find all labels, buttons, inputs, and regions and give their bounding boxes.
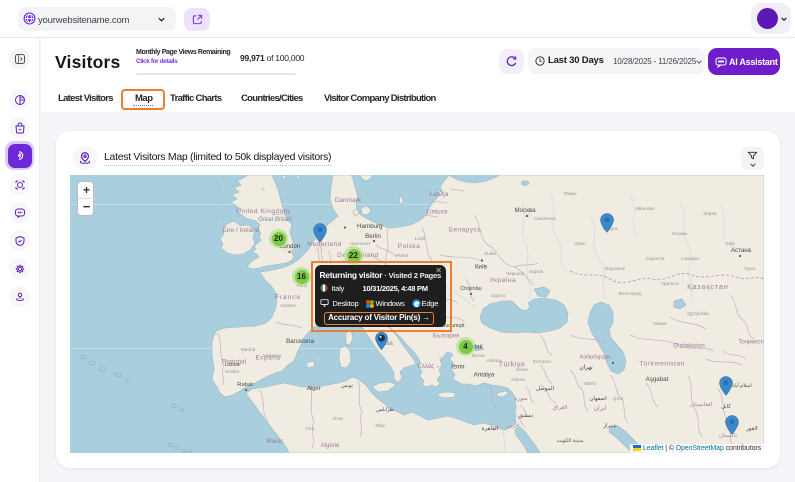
svg-text:Maroc: Maroc <box>267 439 284 445</box>
svg-text:Sivas: Sivas <box>516 367 528 373</box>
svg-text:Great Britain: Great Britain <box>258 217 292 223</box>
svg-text:Ankara: Ankara <box>486 358 502 364</box>
svg-text:Barcelona: Barcelona <box>286 338 314 345</box>
svg-text:България: България <box>433 334 460 340</box>
svg-text:سوريا: سوريا <box>514 395 528 402</box>
svg-text:دمشق: دمشق <box>519 413 534 419</box>
svg-text:Lietuva: Lietuva <box>427 209 448 216</box>
svg-text:Черкаси: Черкаси <box>506 271 525 277</box>
svg-text:Qom: Qom <box>613 396 623 402</box>
svg-text:Одеса: Одеса <box>491 293 505 299</box>
svg-text:Berlin: Berlin <box>365 233 381 240</box>
svg-text:Izmir: Izmir <box>451 364 464 371</box>
svg-text:Erzurum: Erzurum <box>533 359 551 365</box>
svg-text:Тоҷикистон: Тоҷикистон <box>738 340 764 346</box>
svg-text:Nantes: Nantes <box>280 303 296 309</box>
svg-text:Latvija: Latvija <box>430 191 449 198</box>
svg-text:Sfax: Sfax <box>375 423 385 429</box>
svg-text:Antalya: Antalya <box>474 372 495 379</box>
svg-text:اصفهان: اصفهان <box>589 395 607 402</box>
svg-text:Nukus: Nukus <box>653 321 667 327</box>
svg-text:Смоленск: Смоленск <box>534 216 557 222</box>
svg-text:Иваново: Иваново <box>635 206 654 212</box>
svg-text:Тверь: Тверь <box>563 191 577 197</box>
svg-text:United Kingdom: United Kingdom <box>236 208 289 215</box>
svg-text:Alger: Alger <box>307 386 321 392</box>
svg-text:France: France <box>275 294 301 301</box>
svg-text:الاردن: الاردن <box>507 424 520 430</box>
svg-text:Praha: Praha <box>396 253 409 259</box>
svg-text:АзӘрбајҵан: АзӘрбајҵан <box>580 355 611 361</box>
svg-text:Eire / Ireland: Eire / Ireland <box>223 227 260 234</box>
svg-text:Орск: Орск <box>745 266 757 272</box>
svg-text:ايران: ايران <box>594 405 607 412</box>
svg-text:Rabat: Rabat <box>237 382 253 388</box>
svg-text:Chişinău: Chişinău <box>460 286 481 292</box>
svg-text:Харків: Харків <box>529 269 544 275</box>
svg-text:Sevilla: Sevilla <box>225 369 239 375</box>
svg-text:Adana: Adana <box>511 377 525 383</box>
svg-text:Казань: Казань <box>672 231 688 237</box>
svg-text:Algérie: Algérie <box>321 443 340 449</box>
svg-text:Самара: Самара <box>681 256 699 262</box>
svg-text:تهران: تهران <box>579 364 593 371</box>
svg-text:Aşgabat: Aşgabat <box>646 376 669 383</box>
svg-text:لاهور: لاهور <box>745 425 758 432</box>
svg-text:Львів: Львів <box>484 251 496 257</box>
svg-text:الموصل: الموصل <box>536 385 555 392</box>
svg-text:Oʼzbekiston: Oʼzbekiston <box>673 344 704 350</box>
svg-text:Madrid: Madrid <box>241 347 256 353</box>
svg-text:Ελλάς: Ελλάς <box>418 363 434 370</box>
svg-text:Саратов: Саратов <box>646 256 665 262</box>
svg-text:Danmark: Danmark <box>335 197 362 204</box>
svg-text:Київ: Київ <box>475 264 488 271</box>
svg-text:Қазақстан: Қазақстан <box>687 284 728 291</box>
svg-text:Łódź: Łódź <box>415 236 426 242</box>
svg-text:Fes: Fes <box>306 426 315 432</box>
svg-text:Орел: Орел <box>574 241 586 247</box>
svg-text:Москва: Москва <box>514 207 536 214</box>
svg-text:Україна: Україна <box>490 277 516 284</box>
svg-text:Киров: Киров <box>703 211 717 217</box>
svg-text:افغانستان: افغانستان <box>690 401 713 408</box>
svg-text:شيراز: شيراز <box>602 422 617 429</box>
svg-text:كابل: كابل <box>721 403 731 410</box>
svg-text:Воронеж: Воронеж <box>605 266 625 272</box>
svg-text:Астана: Астана <box>731 247 752 254</box>
svg-text:Bursa: Bursa <box>472 353 485 359</box>
svg-text:Oran: Oran <box>333 416 344 422</box>
svg-text:Tabriz: Tabriz <box>584 381 597 387</box>
svg-text:Valencia: Valencia <box>263 353 281 359</box>
svg-text:مدينة الكويت: مدينة الكويت <box>557 438 584 444</box>
svg-text:Hamburg: Hamburg <box>357 223 383 230</box>
svg-text:Türkmenistan: Türkmenistan <box>639 361 684 368</box>
svg-text:Qyzylorda: Qyzylorda <box>687 311 709 317</box>
svg-text:القاهرة: القاهرة <box>482 425 499 432</box>
svg-text:Беларусь: Беларусь <box>449 227 482 234</box>
svg-text:Уфа: Уфа <box>725 241 735 247</box>
svg-text:Polska: Polska <box>398 243 421 250</box>
svg-text:اسلام آباد: اسلام آباد <box>732 382 752 389</box>
svg-text:Волгоград: Волгоград <box>619 291 642 297</box>
svg-text:Уральск: Уральск <box>661 281 680 287</box>
svg-text:العراق: العراق <box>553 404 568 411</box>
svg-text:Lisboa: Lisboa <box>225 362 240 368</box>
svg-text:طرابلس: طرابلس <box>376 407 394 413</box>
svg-text:تونس: تونس <box>341 383 353 389</box>
